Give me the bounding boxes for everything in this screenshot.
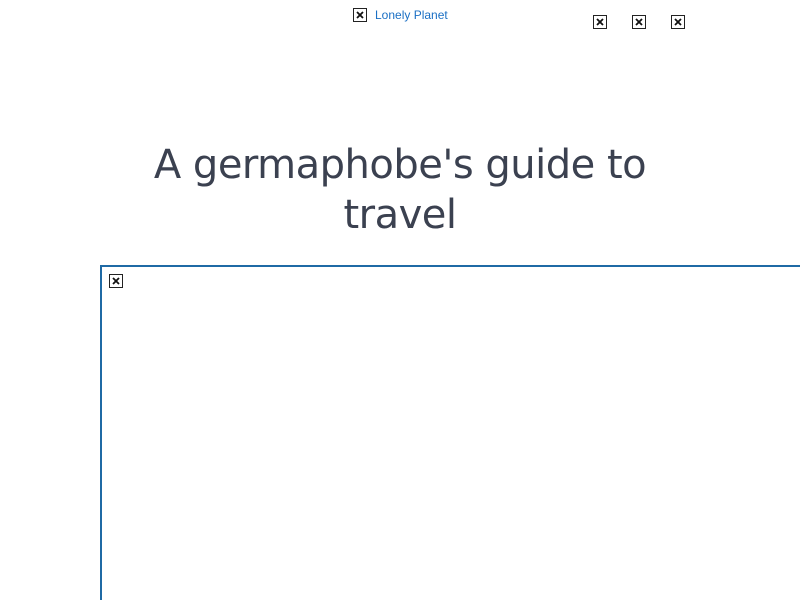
- logo-link[interactable]: Lonely Planet: [353, 7, 448, 23]
- broken-image-icon: [109, 274, 123, 288]
- broken-image-icon[interactable]: [671, 15, 685, 29]
- broken-image-icon[interactable]: [593, 15, 607, 29]
- broken-image-icon[interactable]: [632, 15, 646, 29]
- logo-label: Lonely Planet: [375, 8, 448, 22]
- article-title: A germaphobe's guide to travel: [153, 142, 647, 238]
- page: Lonely Planet A germaphobe's guide to tr…: [0, 0, 800, 600]
- broken-image-icon: [353, 8, 367, 22]
- hero-image-frame: [100, 265, 800, 600]
